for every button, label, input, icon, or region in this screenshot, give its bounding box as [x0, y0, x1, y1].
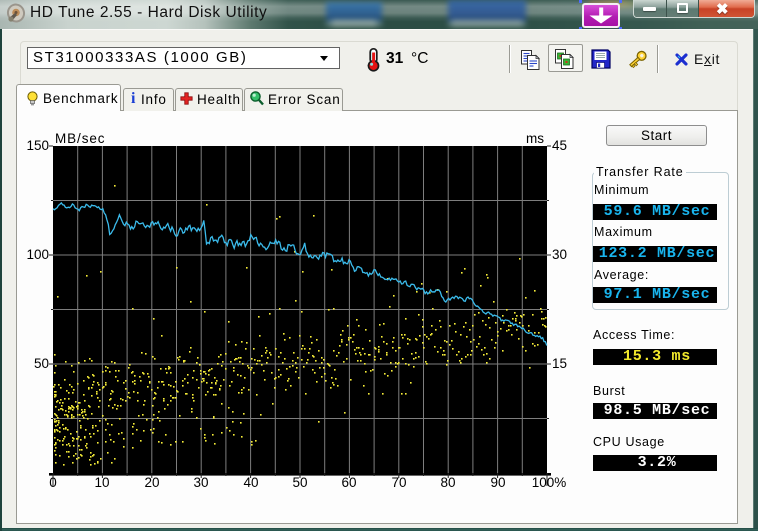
svg-text:40: 40: [243, 475, 258, 490]
svg-text:50: 50: [34, 356, 49, 371]
svg-text:10: 10: [94, 475, 109, 490]
svg-text:ms: ms: [526, 131, 544, 146]
svg-text:30: 30: [552, 247, 567, 262]
svg-text:100%: 100%: [532, 475, 567, 490]
svg-text:150: 150: [26, 138, 49, 153]
svg-text:MB/sec: MB/sec: [55, 131, 105, 146]
svg-text:60: 60: [341, 475, 356, 490]
svg-text:100: 100: [26, 247, 49, 262]
svg-text:20: 20: [144, 475, 159, 490]
svg-text:90: 90: [490, 475, 505, 490]
svg-text:50: 50: [292, 475, 307, 490]
svg-text:30: 30: [193, 475, 208, 490]
svg-text:45: 45: [552, 138, 567, 153]
svg-text:70: 70: [391, 475, 406, 490]
svg-text:0: 0: [49, 475, 57, 490]
svg-text:80: 80: [440, 475, 455, 490]
svg-text:15: 15: [552, 356, 567, 371]
